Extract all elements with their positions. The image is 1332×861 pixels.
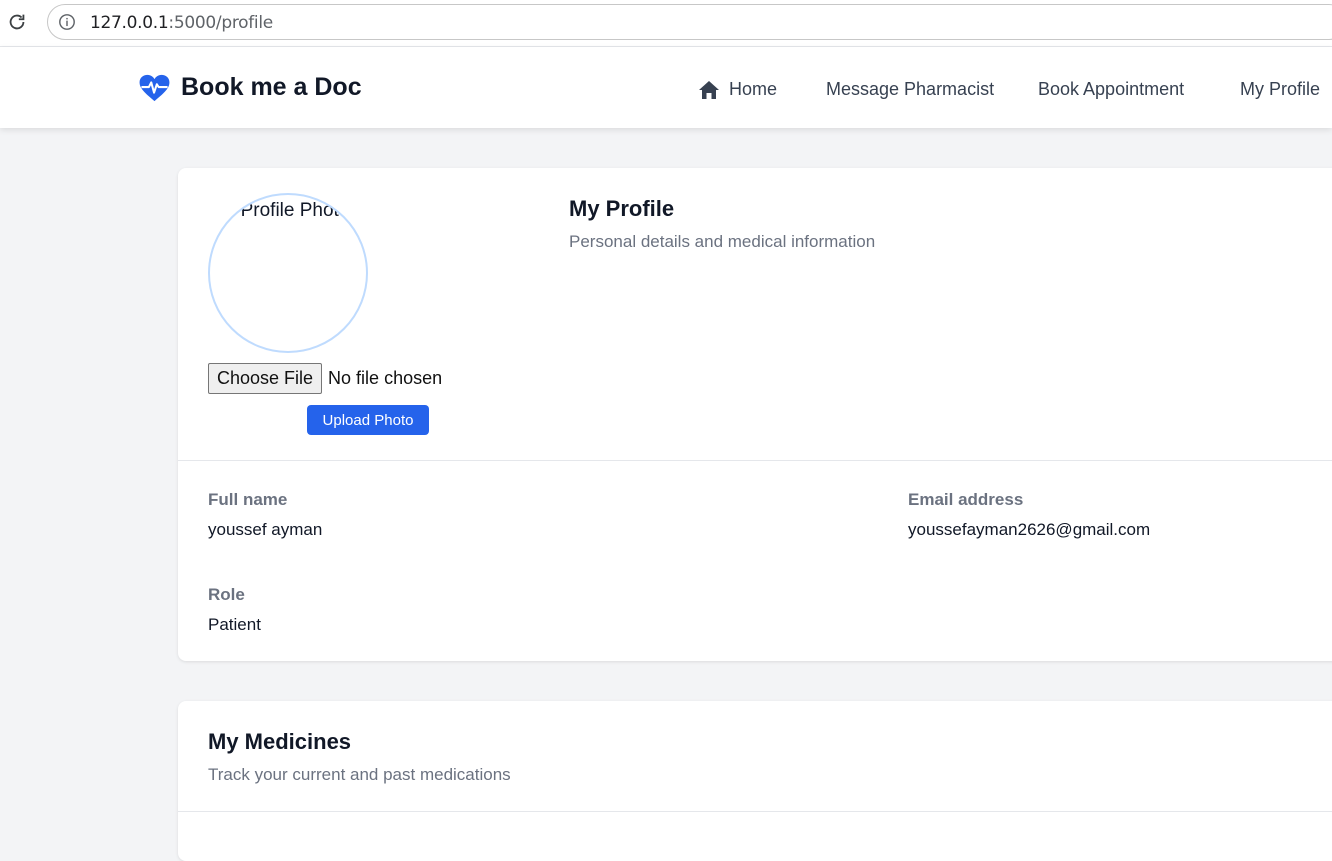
role-value: Patient: [208, 615, 261, 634]
url-text[interactable]: 127.0.0.1:5000/profile: [90, 13, 273, 33]
role-label: Role: [208, 585, 245, 604]
navbar: Book me a Doc Home Message Pharmacist Bo…: [0, 47, 1332, 128]
nav-message-pharmacist[interactable]: Message Pharmacist: [826, 79, 994, 100]
nav-book-appointment-label: Book Appointment: [1038, 79, 1185, 99]
brand[interactable]: Book me a Doc: [138, 73, 362, 102]
full-name-value: youssef ayman: [208, 520, 323, 539]
nav-my-profile[interactable]: My Profile: [1240, 79, 1320, 100]
full-name-label: Full name: [208, 490, 288, 509]
email-value: youssefayman2626@gmail.com: [908, 520, 1151, 539]
heart-pulse-icon: [139, 74, 170, 101]
profile-title: My Profile: [569, 196, 675, 221]
nav-home[interactable]: Home: [698, 79, 777, 100]
no-file-text: No file chosen: [328, 368, 443, 388]
brand-name: Book me a Doc: [181, 73, 362, 101]
profile-subtitle: Personal details and medical information: [569, 232, 876, 251]
medicines-card: My Medicines Track your current and past…: [178, 701, 1332, 861]
nav-home-label: Home: [729, 79, 778, 99]
medicines-divider: [178, 811, 1332, 812]
info-icon[interactable]: [58, 13, 76, 31]
home-icon: [699, 80, 719, 99]
reload-icon[interactable]: [6, 11, 28, 33]
profile-photo-alt-text: Profile Photo: [240, 200, 350, 221]
email-label: Email address: [908, 490, 1024, 509]
url-host: 127.0.0.1: [90, 13, 169, 33]
choose-file-button[interactable]: Choose File: [208, 363, 323, 394]
medicines-subtitle: Track your current and past medications: [208, 765, 511, 784]
profile-card: Profile Photo Choose File No file chosen…: [178, 168, 1332, 661]
profile-photo: Profile Photo: [208, 193, 368, 353]
nav-message-pharmacist-label: Message Pharmacist: [826, 79, 995, 99]
profile-divider: [178, 460, 1332, 461]
upload-photo-button[interactable]: Upload Photo: [307, 405, 429, 435]
file-input[interactable]: Choose File No file chosen: [208, 363, 442, 394]
url-path: :5000/profile: [168, 13, 273, 33]
browser-toolbar: 127.0.0.1:5000/profile: [0, 0, 1332, 47]
nav-my-profile-label: My Profile: [1240, 79, 1321, 99]
nav-book-appointment[interactable]: Book Appointment: [1038, 79, 1184, 100]
address-bar[interactable]: 127.0.0.1:5000/profile: [47, 4, 1332, 40]
medicines-title: My Medicines: [208, 729, 352, 754]
